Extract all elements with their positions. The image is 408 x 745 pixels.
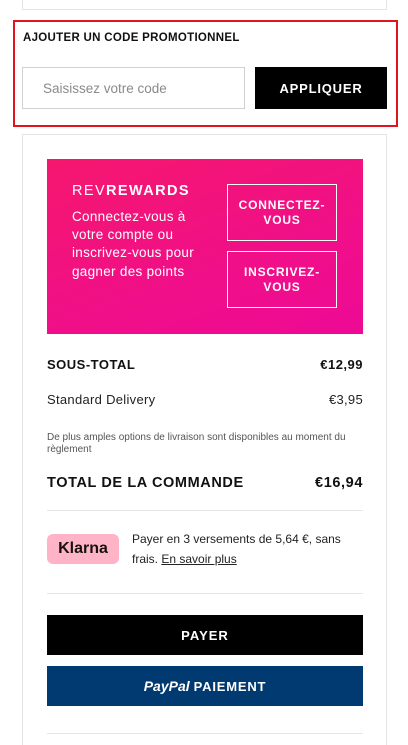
order-total-value: €16,94 bbox=[315, 475, 363, 491]
divider bbox=[47, 510, 363, 511]
apply-promo-button[interactable]: APPLIQUER bbox=[255, 67, 387, 109]
rev-rewards-banner: REVREWARDS Connectez-vous à votre compte… bbox=[47, 159, 363, 334]
previous-card-edge bbox=[22, 0, 387, 10]
rewards-login-button[interactable]: CONNECTEZ-VOUS bbox=[227, 184, 337, 241]
divider bbox=[47, 733, 363, 734]
delivery-note: De plus amples options de livraison sont… bbox=[47, 432, 346, 455]
rewards-description: Connectez-vous à votre compte ou inscriv… bbox=[72, 209, 194, 279]
delivery-label: Standard Delivery bbox=[47, 392, 156, 407]
rewards-register-button[interactable]: INSCRIVEZ-VOUS bbox=[227, 251, 337, 308]
delivery-row: Standard Delivery €3,95 bbox=[47, 392, 363, 407]
subtotal-row: SOUS-TOTAL €12,99 bbox=[47, 357, 363, 372]
klarna-logo: Klarna bbox=[47, 534, 119, 564]
paypal-label: PAIEMENT bbox=[193, 678, 267, 694]
divider bbox=[47, 593, 363, 594]
order-total-row: TOTAL DE LA COMMANDE €16,94 bbox=[47, 475, 363, 491]
order-summary-card: REVREWARDS Connectez-vous à votre compte… bbox=[22, 134, 387, 745]
klarna-learn-more-link[interactable]: En savoir plus bbox=[161, 552, 236, 566]
promo-code-input[interactable] bbox=[22, 67, 245, 109]
promo-code-title: AJOUTER UN CODE PROMOTIONNEL bbox=[23, 32, 240, 44]
klarna-installments-text: Payer en 3 versements de 5,64 €, sans fr… bbox=[132, 532, 341, 566]
pay-button[interactable]: PAYER bbox=[47, 615, 363, 655]
order-total-label: TOTAL DE LA COMMANDE bbox=[47, 475, 244, 491]
subtotal-value: €12,99 bbox=[320, 357, 363, 372]
rev-rewards-logo: REVREWARDS bbox=[72, 183, 190, 199]
paypal-checkout-button[interactable]: PayPal PAIEMENT bbox=[47, 666, 363, 706]
subtotal-label: SOUS-TOTAL bbox=[47, 357, 136, 372]
paypal-logo: PayPal bbox=[143, 678, 190, 694]
delivery-value: €3,95 bbox=[328, 392, 363, 407]
promo-code-section: AJOUTER UN CODE PROMOTIONNEL APPLIQUER bbox=[13, 20, 398, 127]
